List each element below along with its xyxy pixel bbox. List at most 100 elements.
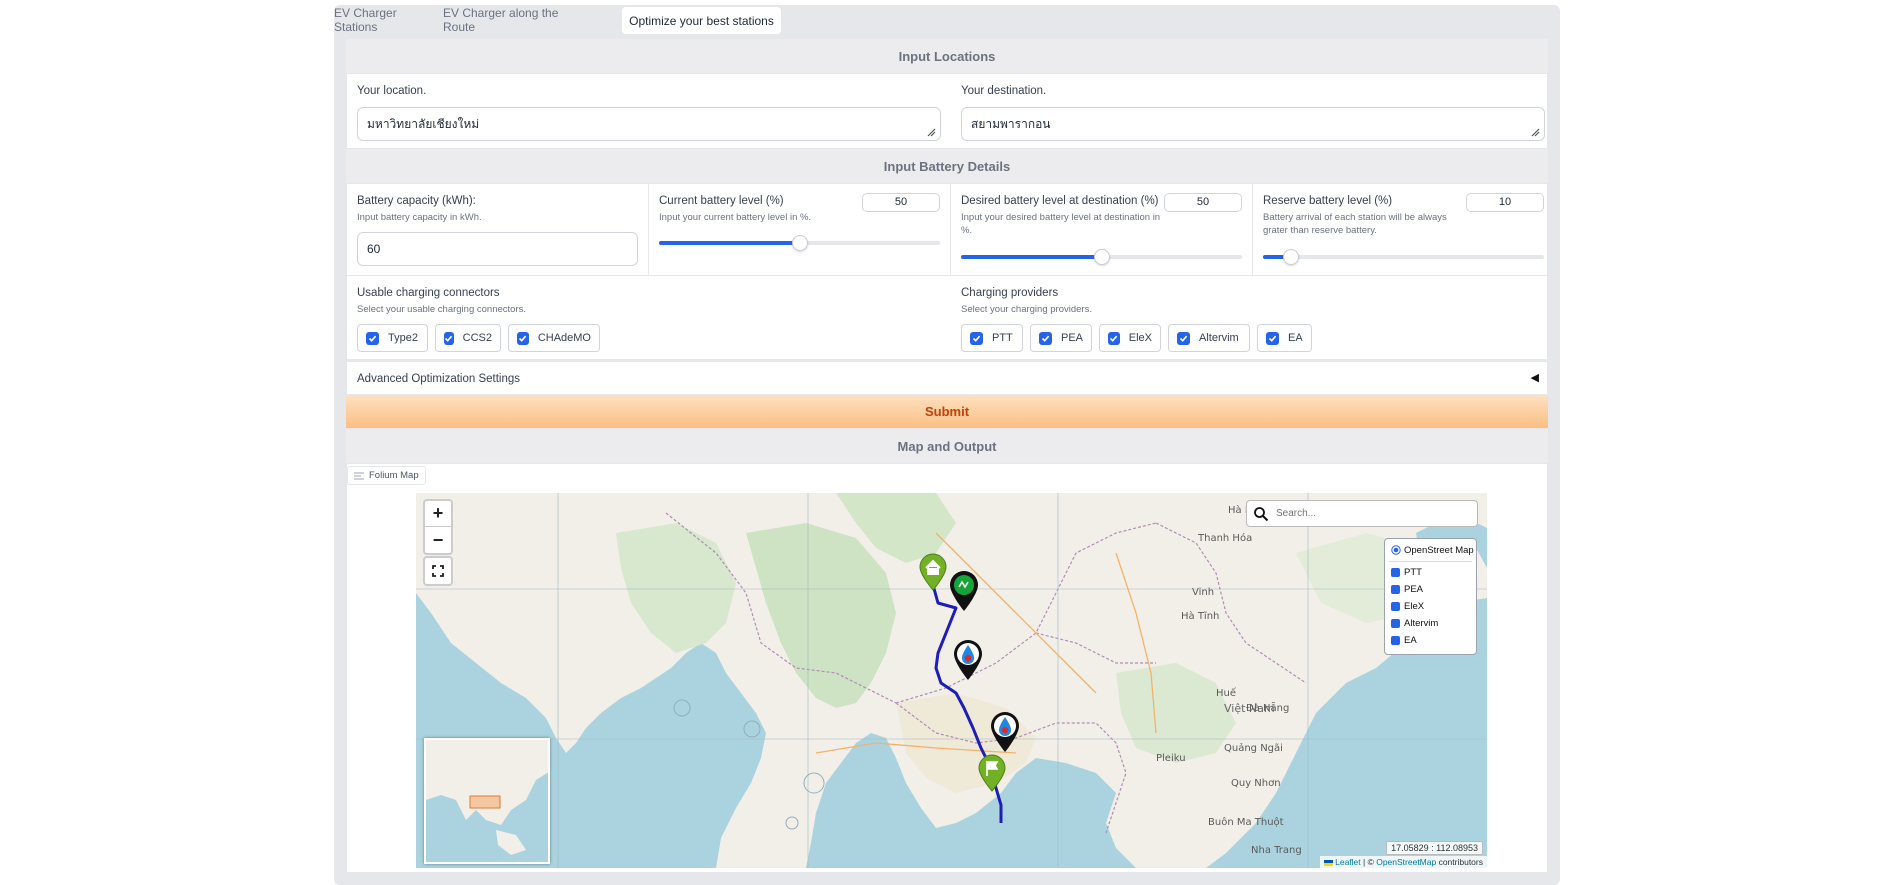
slider-knob[interactable] — [791, 235, 808, 251]
search-icon[interactable] — [1253, 506, 1269, 522]
checkbox-checked-icon — [1266, 331, 1279, 345]
desired-level-number[interactable]: 50 — [1164, 193, 1242, 212]
attribution-tail: contributors — [1436, 857, 1483, 867]
overlay-label: Altervim — [1404, 617, 1439, 629]
resize-handle-icon[interactable] — [927, 128, 936, 137]
osm-link[interactable]: OpenStreetMap — [1376, 857, 1436, 867]
tab-bar: EV Charger Stations EV Charger along the… — [334, 5, 1560, 34]
ukraine-flag-icon — [1324, 859, 1334, 866]
map-search-box[interactable] — [1246, 500, 1478, 527]
connector-chademo-checkbox[interactable]: CHAdeMO — [508, 324, 600, 352]
tab-ev-charger-along-route[interactable]: EV Charger along the Route — [443, 6, 564, 34]
provider-label: Altervim — [1199, 332, 1239, 344]
overlay-label: PTT — [1404, 566, 1422, 578]
elex-charger-marker-icon[interactable] — [948, 570, 980, 612]
overlay-label: EA — [1404, 634, 1417, 646]
collapse-arrow-icon[interactable]: ◀ — [1531, 371, 1539, 384]
desired-level-slider[interactable] — [961, 249, 1242, 265]
map-label-buon-ma-thuot: Buôn Ma Thuột — [1208, 817, 1284, 828]
tab-ev-charger-stations[interactable]: EV Charger Stations — [334, 6, 440, 34]
advanced-settings-accordion[interactable]: Advanced Optimization Settings ◀ — [346, 361, 1548, 395]
destination-flag-marker-icon[interactable] — [977, 754, 1007, 792]
ptt-charger-marker-icon[interactable] — [989, 711, 1021, 753]
provider-altervim-checkbox[interactable]: Altervim — [1168, 324, 1250, 352]
tab-optimize-best-stations[interactable]: Optimize your best stations — [622, 7, 781, 34]
overlay-altervim-checkbox[interactable]: Altervim — [1391, 617, 1438, 629]
zoom-out-button[interactable]: − — [425, 527, 451, 553]
mouse-position-readout: 17.05829 : 112.08953 — [1386, 841, 1483, 855]
map-label-qui-nhon: Quy Nhơn — [1231, 778, 1281, 789]
base-layer-label: OpenStreet Map — [1404, 544, 1474, 556]
destination-label: Your destination. — [961, 85, 1047, 97]
checkbox-checked-icon — [970, 331, 983, 345]
origin-input[interactable]: มหาวิทยาลัยเชียงใหม่ — [357, 107, 941, 141]
connector-ccs2-checkbox[interactable]: CCS2 — [435, 324, 501, 352]
connectors-help: Select your usable charging connectors. — [357, 304, 526, 315]
current-level-help: Input your current battery level in %. — [659, 212, 812, 223]
connector-label: Type2 — [388, 332, 418, 344]
ptt-charger-marker-icon[interactable] — [952, 639, 984, 681]
map-label-quang-ngai: Quảng Ngãi — [1224, 743, 1283, 754]
map-attribution: Leaflet | © OpenStreetMap contributors — [1320, 856, 1487, 868]
map-label-hue: Huế — [1216, 688, 1237, 699]
attribution-separator: | © — [1360, 857, 1377, 867]
provider-ptt-checkbox[interactable]: PTT — [961, 324, 1023, 352]
checkbox-checked-icon — [1108, 331, 1120, 345]
folium-map-tab-label: Folium Map — [369, 470, 419, 481]
radio-selected-icon — [1391, 545, 1401, 555]
desired-level-help: Input your desired battery level at dest… — [961, 212, 1161, 236]
overlay-ea-checkbox[interactable]: EA — [1391, 634, 1417, 646]
provider-label: EA — [1288, 332, 1303, 344]
fullscreen-button[interactable] — [425, 558, 451, 584]
leaflet-link[interactable]: Leaflet — [1335, 857, 1361, 867]
provider-label: PTT — [992, 332, 1013, 344]
connector-label: CCS2 — [462, 332, 492, 344]
reserve-level-slider[interactable] — [1263, 249, 1544, 265]
slider-knob[interactable] — [1283, 249, 1300, 265]
section-header-battery-details: Input Battery Details — [346, 149, 1548, 183]
checkbox-checked-icon — [1391, 635, 1400, 645]
checkbox-checked-icon — [517, 331, 529, 345]
reserve-level-number[interactable]: 10 — [1466, 193, 1544, 212]
map-label-ha-tinh: Hà Tĩnh — [1181, 611, 1220, 622]
divider — [1252, 184, 1253, 275]
current-level-label: Current battery level (%) — [659, 195, 784, 207]
submit-button[interactable]: Submit — [346, 395, 1548, 428]
provider-pea-checkbox[interactable]: PEA — [1030, 324, 1092, 352]
layer-control: OpenStreet Map PTT PEA EleX Altervim EA — [1384, 538, 1477, 655]
connector-label: CHAdeMO — [537, 332, 591, 344]
minimap[interactable] — [424, 738, 550, 864]
divider — [648, 184, 649, 275]
providers-help: Select your charging providers. — [961, 304, 1092, 315]
map-canvas[interactable]: Hà Nội Thanh Hóa Vinh Hà Tĩnh Huế Đà Nẵn… — [416, 493, 1487, 868]
map-label-nha-trang: Nha Trang — [1251, 845, 1302, 856]
connector-type2-checkbox[interactable]: Type2 — [357, 324, 428, 352]
origin-label: Your location. — [357, 85, 427, 97]
provider-ea-checkbox[interactable]: EA — [1257, 324, 1312, 352]
slider-fill — [961, 255, 1102, 259]
origin-home-marker-icon[interactable] — [918, 553, 948, 591]
checkbox-checked-icon — [1391, 567, 1400, 577]
map-label-vinh: Vinh — [1192, 587, 1215, 598]
overlay-ptt-checkbox[interactable]: PTT — [1391, 566, 1422, 578]
provider-elex-checkbox[interactable]: EleX — [1099, 324, 1161, 352]
slider-knob[interactable] — [1093, 249, 1110, 265]
providers-label: Charging providers — [961, 287, 1059, 299]
desired-level-label: Desired battery level at destination (%) — [961, 195, 1159, 207]
destination-input[interactable]: สยามพารากอน — [961, 107, 1545, 141]
capacity-help: Input battery capacity in kWh. — [357, 212, 482, 223]
current-level-slider[interactable] — [659, 235, 940, 251]
capacity-input[interactable]: 60 — [357, 232, 638, 266]
zoom-in-button[interactable]: + — [425, 501, 451, 527]
folium-map-tab[interactable]: Folium Map — [347, 466, 426, 485]
section-header-map-output: Map and Output — [346, 429, 1548, 463]
map-search-input[interactable] — [1276, 508, 1466, 519]
base-layer-radio[interactable]: OpenStreet Map — [1391, 544, 1474, 556]
overlay-elex-checkbox[interactable]: EleX — [1391, 600, 1424, 612]
divider — [950, 184, 951, 275]
reserve-level-help: Battery arrival of each station will be … — [1263, 212, 1447, 236]
overlay-pea-checkbox[interactable]: PEA — [1391, 583, 1423, 595]
fullscreen-control — [423, 556, 453, 586]
resize-handle-icon[interactable] — [1531, 128, 1540, 137]
current-level-number[interactable]: 50 — [862, 193, 940, 212]
